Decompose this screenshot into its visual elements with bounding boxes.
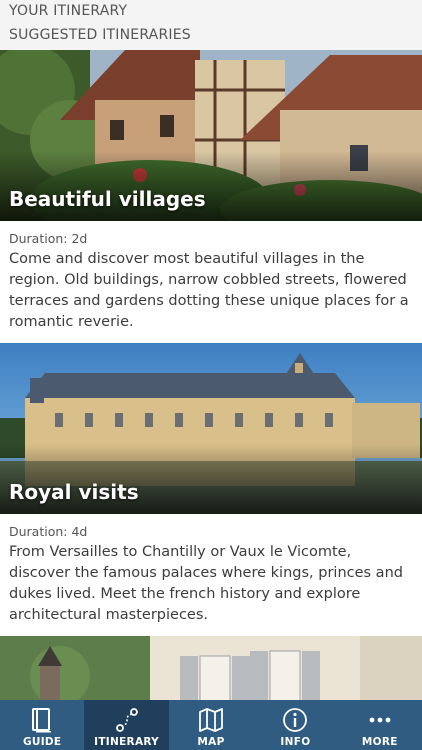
villages-photo[interactable]: Beautiful villages bbox=[0, 50, 422, 221]
map-icon bbox=[197, 705, 225, 735]
bottom-tab-bar: GUIDE ITINERARY MAP INFO MORE bbox=[0, 700, 422, 750]
royal-photo[interactable]: Royal visits bbox=[0, 343, 422, 514]
itinerary-description: Come and discover most beautiful village… bbox=[9, 251, 409, 330]
itinerary-card-third[interactable] bbox=[0, 636, 422, 700]
header-subtitle: SUGGESTED ITINERARIES bbox=[9, 27, 191, 43]
itinerary-list[interactable]: Beautiful villages Duration: 2d Come and… bbox=[0, 50, 422, 700]
book-icon bbox=[28, 705, 56, 735]
itinerary-duration: Duration: 2d bbox=[9, 231, 88, 246]
itinerary-details: Duration: 2d Come and discover most beau… bbox=[0, 221, 422, 343]
itinerary-header: YOUR ITINERARY SUGGESTED ITINERARIES bbox=[0, 0, 422, 50]
tab-label: ITINERARY bbox=[94, 736, 160, 748]
tab-label: INFO bbox=[280, 736, 311, 748]
tab-info[interactable]: INFO bbox=[253, 700, 337, 750]
header-title: YOUR ITINERARY bbox=[9, 3, 128, 19]
tab-more[interactable]: MORE bbox=[338, 700, 422, 750]
third-photo[interactable] bbox=[0, 636, 422, 700]
more-icon bbox=[366, 705, 394, 735]
route-icon bbox=[113, 705, 141, 735]
itinerary-details: Duration: 4d From Versailles to Chantill… bbox=[0, 514, 422, 636]
town-image bbox=[0, 636, 422, 700]
tab-label: MAP bbox=[197, 736, 225, 748]
itinerary-description: From Versailles to Chantilly or Vaux le … bbox=[9, 544, 403, 623]
itinerary-duration: Duration: 4d bbox=[9, 524, 88, 539]
tab-label: GUIDE bbox=[22, 736, 62, 748]
itinerary-card-villages[interactable]: Beautiful villages Duration: 2d Come and… bbox=[0, 50, 422, 343]
itinerary-title: Royal visits bbox=[9, 480, 139, 504]
tab-map[interactable]: MAP bbox=[169, 700, 253, 750]
tab-label: MORE bbox=[361, 736, 398, 748]
itinerary-card-royal[interactable]: Royal visits Duration: 4d From Versaille… bbox=[0, 343, 422, 636]
itinerary-title: Beautiful villages bbox=[9, 187, 206, 211]
tab-itinerary[interactable]: ITINERARY bbox=[84, 700, 169, 750]
info-icon bbox=[281, 705, 309, 735]
tab-guide[interactable]: GUIDE bbox=[0, 700, 84, 750]
